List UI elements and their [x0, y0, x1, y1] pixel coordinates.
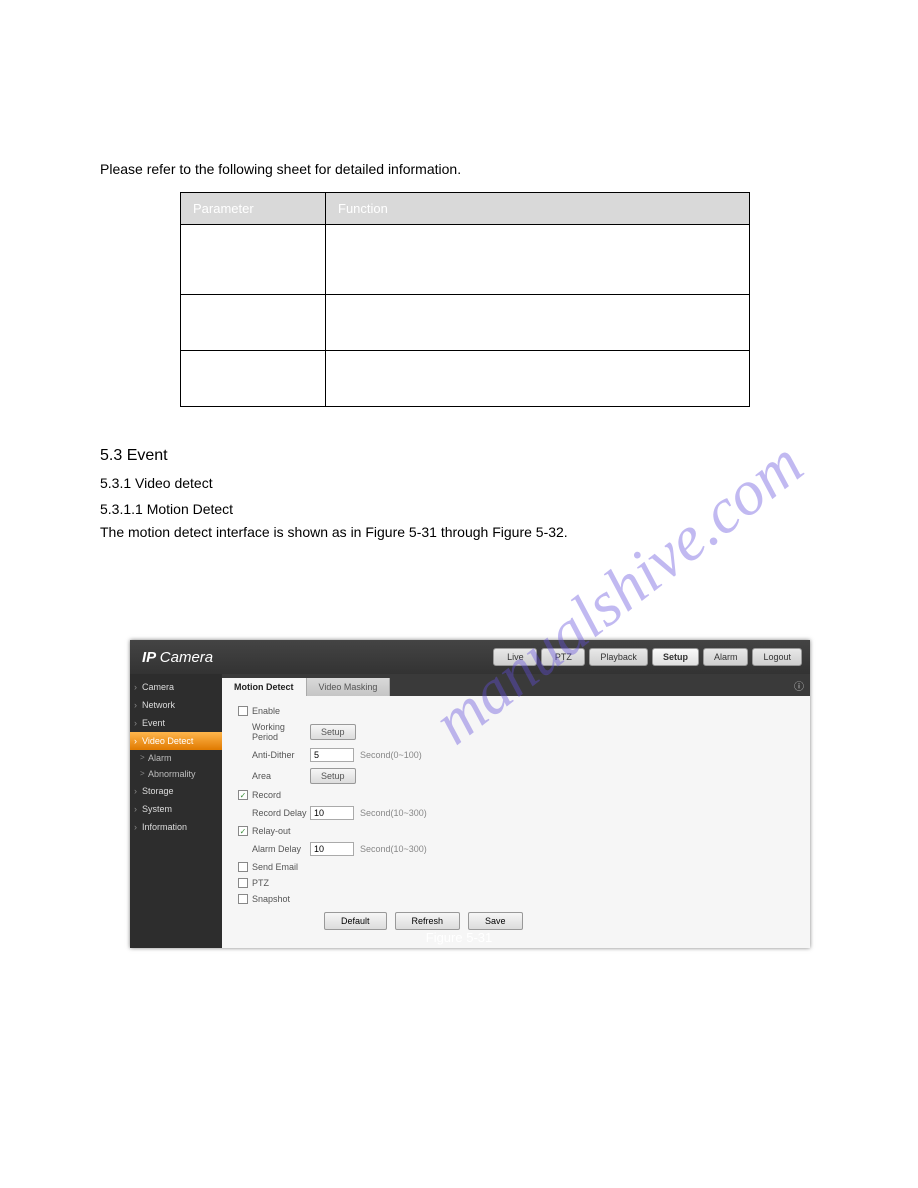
checkbox-ptz[interactable] — [238, 878, 248, 888]
checkbox-send-email[interactable] — [238, 862, 248, 872]
tab-logout[interactable]: Logout — [752, 648, 802, 666]
cell-func: Check the box here to enable this functi… — [326, 224, 750, 294]
figure-caption: Figure 5-31 — [0, 930, 918, 945]
parameter-table: Parameter Function Authorization Check t… — [180, 192, 750, 407]
row-ptz: PTZ — [238, 878, 794, 888]
label-send-email: Send Email — [252, 862, 298, 872]
checkbox-record[interactable]: ✓ — [238, 790, 248, 800]
hint-anti-dither: Second(0~100) — [360, 750, 422, 760]
description-text: The motion detect interface is shown as … — [100, 523, 818, 543]
document-content: Please refer to the following sheet for … — [100, 140, 818, 548]
sidebar-item-video-detect[interactable]: Video Detect — [130, 732, 222, 750]
input-anti-dither[interactable] — [310, 748, 354, 762]
sidebar-sub-alarm[interactable]: Alarm — [130, 750, 222, 766]
form-area: Enable Working Period Setup Anti-Dither … — [222, 696, 810, 948]
intro-text: Please refer to the following sheet for … — [100, 160, 818, 180]
cell-func: Check the box here to enable this functi… — [326, 294, 750, 350]
row-snapshot: Snapshot — [238, 894, 794, 904]
tab-playback[interactable]: Playback — [589, 648, 648, 666]
ui-header: IP Camera Live PTZ Playback Setup Alarm … — [130, 640, 810, 674]
sidebar-item-camera[interactable]: Camera — [130, 678, 222, 696]
hint-record-delay: Second(10~300) — [360, 808, 427, 818]
section-heading: 5.3 Event — [100, 447, 818, 465]
label-enable: Enable — [252, 706, 280, 716]
cell-param: Authorization — [181, 224, 326, 294]
input-alarm-delay[interactable] — [310, 842, 354, 856]
label-ptz: PTZ — [252, 878, 269, 888]
setup-button-area[interactable]: Setup — [310, 768, 356, 784]
label-anti-dither: Anti-Dither — [238, 750, 310, 760]
tab-alarm[interactable]: Alarm — [703, 648, 749, 666]
input-record-delay[interactable] — [310, 806, 354, 820]
label-working-period: Working Period — [238, 722, 310, 742]
ui-body: Camera Network Event Video Detect Alarm … — [130, 674, 810, 948]
row-record: ✓ Record — [238, 790, 794, 800]
logo-bold: IP — [142, 649, 156, 666]
row-working-period: Working Period Setup — [238, 722, 794, 742]
subsection-heading-2: 5.3.1.1 Motion Detect — [100, 501, 818, 517]
sub-tab-row: Motion Detect Video Masking ⓘ — [222, 674, 810, 696]
table-header-row: Parameter Function — [181, 192, 750, 224]
tab-setup[interactable]: Setup — [652, 648, 699, 666]
sidebar-item-network[interactable]: Network — [130, 696, 222, 714]
row-anti-dither: Anti-Dither Second(0~100) — [238, 748, 794, 762]
help-icon[interactable]: ⓘ — [794, 678, 804, 693]
label-relay: Relay-out — [252, 826, 291, 836]
row-relay: ✓ Relay-out — [238, 826, 794, 836]
row-send-email: Send Email — [238, 862, 794, 872]
row-area: Area Setup — [238, 768, 794, 784]
sidebar-sub-abnormality[interactable]: Abnormality — [130, 766, 222, 782]
cell-func: The time from "chat" to "expired". You c… — [326, 350, 750, 406]
row-enable: Enable — [238, 706, 794, 716]
col-header-parameter: Parameter — [181, 192, 326, 224]
main-area: Motion Detect Video Masking ⓘ Enable Wor… — [222, 674, 810, 948]
table-row: Keep alive time The time from "chat" to … — [181, 350, 750, 406]
checkbox-enable[interactable] — [238, 706, 248, 716]
label-alarm-delay: Alarm Delay — [238, 844, 310, 854]
checkbox-snapshot[interactable] — [238, 894, 248, 904]
sidebar-item-system[interactable]: System — [130, 800, 222, 818]
tab-ptz[interactable]: PTZ — [541, 648, 585, 666]
logo: IP Camera — [138, 649, 213, 666]
label-area: Area — [238, 771, 310, 781]
sidebar-item-storage[interactable]: Storage — [130, 782, 222, 800]
hint-alarm-delay: Second(10~300) — [360, 844, 427, 854]
subtab-video-masking[interactable]: Video Masking — [307, 678, 391, 696]
row-alarm-delay: Alarm Delay Second(10~300) — [238, 842, 794, 856]
checkbox-relay[interactable]: ✓ — [238, 826, 248, 836]
main-tabs: Live PTZ Playback Setup Alarm Logout — [493, 648, 802, 666]
logo-light: Camera — [160, 649, 213, 666]
subtab-motion-detect[interactable]: Motion Detect — [222, 678, 307, 696]
subsection-heading-1: 5.3.1 Video detect — [100, 475, 818, 491]
sidebar-item-event[interactable]: Event — [130, 714, 222, 732]
cell-param: Period — [181, 294, 326, 350]
tab-live[interactable]: Live — [493, 648, 537, 666]
col-header-function: Function — [326, 192, 750, 224]
label-record-delay: Record Delay — [238, 808, 310, 818]
label-record: Record — [252, 790, 281, 800]
camera-ui-panel: IP Camera Live PTZ Playback Setup Alarm … — [130, 640, 810, 948]
label-snapshot: Snapshot — [252, 894, 290, 904]
sidebar: Camera Network Event Video Detect Alarm … — [130, 674, 222, 948]
row-record-delay: Record Delay Second(10~300) — [238, 806, 794, 820]
table-row: Period Check the box here to enable this… — [181, 294, 750, 350]
setup-button-period[interactable]: Setup — [310, 724, 356, 740]
sidebar-item-information[interactable]: Information — [130, 818, 222, 836]
table-row: Authorization Check the box here to enab… — [181, 224, 750, 294]
cell-param: Keep alive time — [181, 350, 326, 406]
